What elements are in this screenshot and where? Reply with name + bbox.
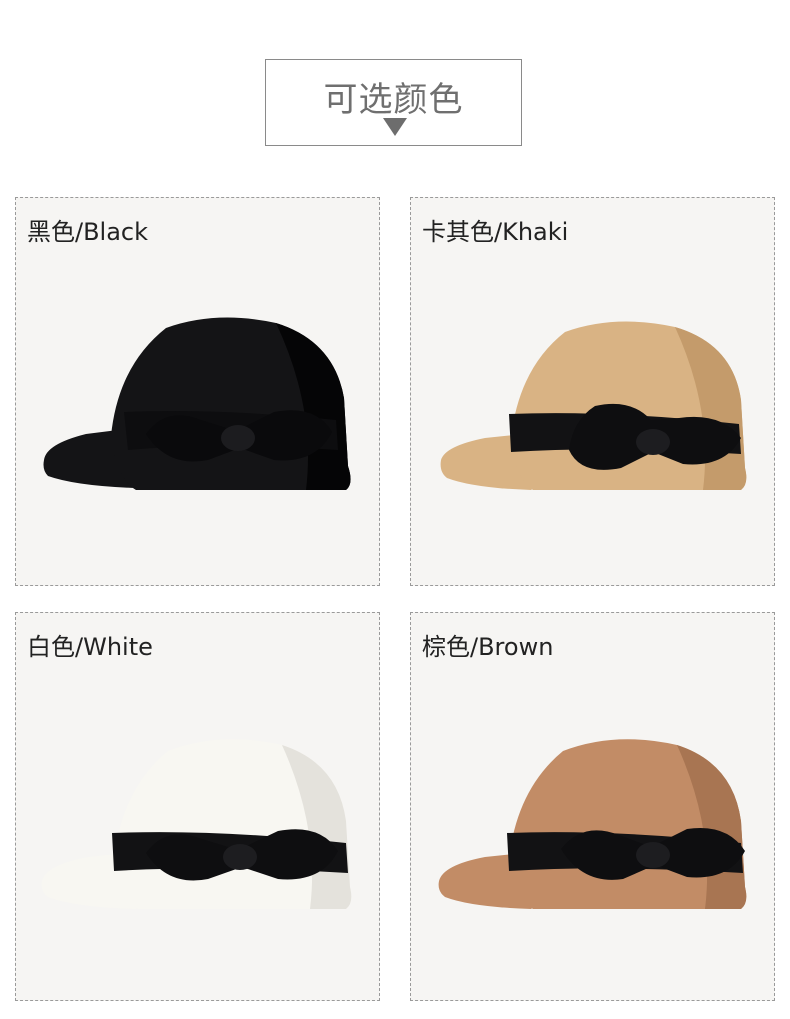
hat-bow-knot — [636, 842, 670, 868]
hat-image-khaki — [440, 321, 747, 490]
color-option-white[interactable]: 白色/White — [15, 612, 380, 1001]
hat-image-brown — [438, 739, 747, 909]
header-title: 可选颜色 — [323, 80, 464, 120]
color-option-khaki[interactable]: 卡其色/Khaki — [410, 197, 775, 586]
color-option-black[interactable]: 黑色/Black — [15, 197, 380, 586]
hat-image-white — [41, 739, 352, 909]
hat-bow-knot — [223, 844, 257, 870]
hat-bow-knot — [636, 429, 670, 455]
hat-image-black — [43, 317, 351, 490]
down-arrow-icon — [383, 118, 407, 136]
hat-bow-knot — [221, 425, 255, 451]
color-option-brown[interactable]: 棕色/Brown — [410, 612, 775, 1001]
color-options-header: 可选颜色 — [265, 59, 522, 146]
